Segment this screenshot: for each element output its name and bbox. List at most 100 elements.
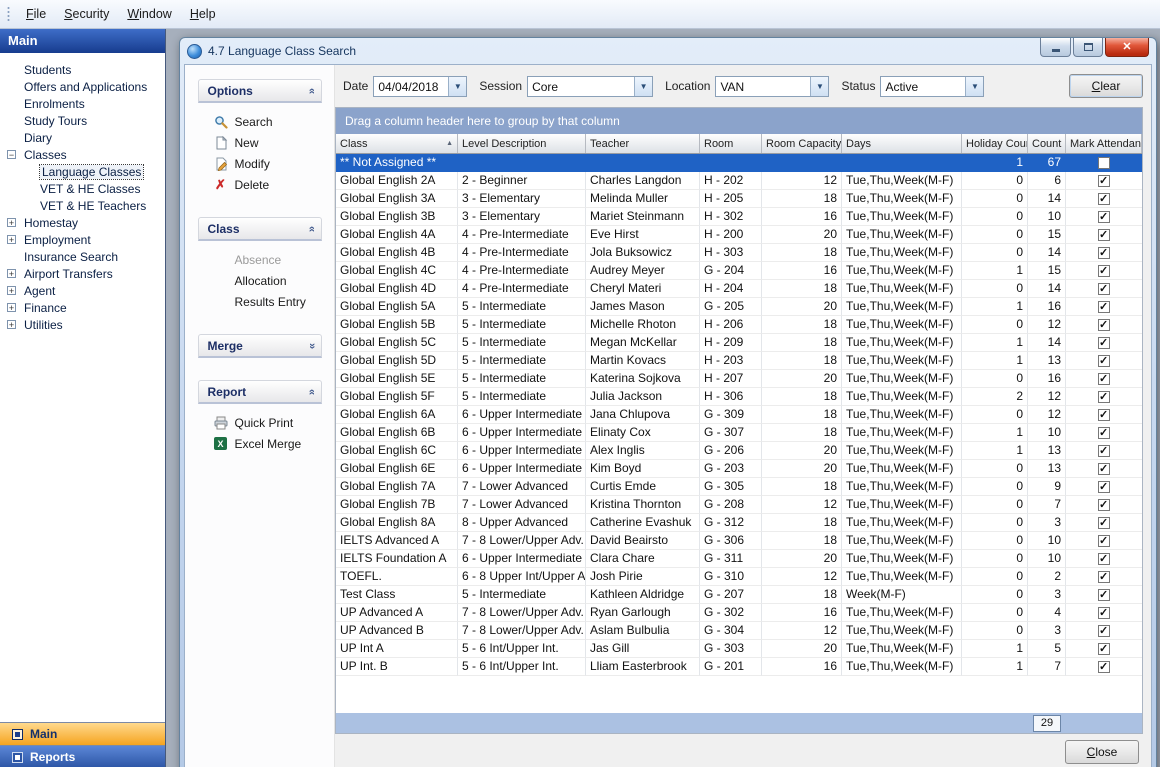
- panel-item-search[interactable]: Search: [198, 111, 322, 132]
- table-row[interactable]: Global English 4D4 - Pre-IntermediateChe…: [336, 280, 1142, 298]
- column-header-mark-attendance[interactable]: Mark Attendance: [1066, 134, 1142, 153]
- table-row[interactable]: Global English 3A3 - ElementaryMelinda M…: [336, 190, 1142, 208]
- chevron-down-icon[interactable]: ▼: [634, 77, 652, 96]
- mark-attendance-checkbox[interactable]: [1098, 337, 1110, 349]
- table-row[interactable]: Global English 6E6 - Upper IntermediateK…: [336, 460, 1142, 478]
- panel-item-modify[interactable]: Modify: [198, 153, 322, 174]
- panel-item-quick-print[interactable]: Quick Print: [198, 412, 322, 433]
- mark-attendance-checkbox[interactable]: [1098, 661, 1110, 673]
- expand-icon[interactable]: +: [7, 320, 16, 329]
- table-row[interactable]: Global English 5D5 - IntermediateMartin …: [336, 352, 1142, 370]
- mark-attendance-checkbox[interactable]: [1098, 391, 1110, 403]
- chevron-down-icon[interactable]: ▼: [965, 77, 983, 96]
- mark-attendance-checkbox[interactable]: [1098, 553, 1110, 565]
- section-header-report[interactable]: Report»: [198, 380, 322, 404]
- table-row[interactable]: Global English 3B3 - ElementaryMariet St…: [336, 208, 1142, 226]
- table-row[interactable]: Test Class5 - IntermediateKathleen Aldri…: [336, 586, 1142, 604]
- table-row[interactable]: Global English 4C4 - Pre-IntermediateAud…: [336, 262, 1142, 280]
- chevron-down-icon[interactable]: ▼: [810, 77, 828, 96]
- sidebar-item-offers-and-applications[interactable]: Offers and Applications: [0, 79, 165, 96]
- mark-attendance-checkbox[interactable]: [1098, 643, 1110, 655]
- mark-attendance-checkbox[interactable]: [1098, 319, 1110, 331]
- column-header-days[interactable]: Days: [842, 134, 962, 153]
- date-picker[interactable]: 04/04/2018 ▼: [373, 76, 467, 97]
- table-row[interactable]: UP Int. B5 - 6 Int/Upper Int.Lliam Easte…: [336, 658, 1142, 676]
- sidebar-item-airport-transfers[interactable]: +Airport Transfers: [0, 266, 165, 283]
- close-window-button[interactable]: ✕: [1105, 38, 1149, 57]
- mark-attendance-checkbox[interactable]: [1098, 607, 1110, 619]
- session-select[interactable]: Core ▼: [527, 76, 653, 97]
- mark-attendance-checkbox[interactable]: [1098, 463, 1110, 475]
- table-row[interactable]: Global English 6A6 - Upper IntermediateJ…: [336, 406, 1142, 424]
- mark-attendance-checkbox[interactable]: [1098, 211, 1110, 223]
- table-row[interactable]: IELTS Foundation A6 - Upper Intermediate…: [336, 550, 1142, 568]
- expand-icon[interactable]: +: [7, 303, 16, 312]
- table-row[interactable]: Global English 5C5 - IntermediateMegan M…: [336, 334, 1142, 352]
- location-select[interactable]: VAN ▼: [715, 76, 829, 97]
- sidebar-item-agent[interactable]: +Agent: [0, 283, 165, 300]
- table-row[interactable]: UP Int A5 - 6 Int/Upper Int.Jas GillG - …: [336, 640, 1142, 658]
- menu-window[interactable]: Window: [118, 3, 180, 25]
- column-header-teacher[interactable]: Teacher: [586, 134, 700, 153]
- mark-attendance-checkbox[interactable]: [1098, 157, 1110, 169]
- expand-icon[interactable]: +: [7, 269, 16, 278]
- column-header-holiday-count[interactable]: Holiday Count: [962, 134, 1028, 153]
- sidebar-item-vet-he-teachers[interactable]: VET & HE Teachers: [0, 198, 165, 215]
- table-row[interactable]: Global English 7B7 - Lower AdvancedKrist…: [336, 496, 1142, 514]
- mark-attendance-checkbox[interactable]: [1098, 229, 1110, 241]
- column-header-level-description[interactable]: Level Description: [458, 134, 586, 153]
- sidebar-item-insurance-search[interactable]: Insurance Search: [0, 249, 165, 266]
- mark-attendance-checkbox[interactable]: [1098, 355, 1110, 367]
- sidebar-item-classes[interactable]: −Classes: [0, 147, 165, 164]
- sidebar-item-diary[interactable]: Diary: [0, 130, 165, 147]
- section-header-merge[interactable]: Merge»: [198, 334, 322, 358]
- table-row[interactable]: TOEFL.6 - 8 Upper Int/Upper AdvJosh Piri…: [336, 568, 1142, 586]
- expand-icon[interactable]: +: [7, 218, 16, 227]
- column-header-count[interactable]: Count: [1028, 134, 1066, 153]
- table-row[interactable]: Global English 5A5 - IntermediateJames M…: [336, 298, 1142, 316]
- expand-icon[interactable]: +: [7, 286, 16, 295]
- sidebar-item-enrolments[interactable]: Enrolments: [0, 96, 165, 113]
- sidebar-item-study-tours[interactable]: Study Tours: [0, 113, 165, 130]
- mark-attendance-checkbox[interactable]: [1098, 247, 1110, 259]
- sidebar-item-homestay[interactable]: +Homestay: [0, 215, 165, 232]
- sidebar-item-finance[interactable]: +Finance: [0, 300, 165, 317]
- table-row[interactable]: Global English 6C6 - Upper IntermediateA…: [336, 442, 1142, 460]
- sidebar-item-utilities[interactable]: +Utilities: [0, 317, 165, 334]
- mark-attendance-checkbox[interactable]: [1098, 589, 1110, 601]
- sidebar-item-language-classes[interactable]: Language Classes: [0, 164, 165, 181]
- expand-icon[interactable]: +: [7, 235, 16, 244]
- section-header-class[interactable]: Class»: [198, 217, 322, 241]
- clear-button[interactable]: Clear: [1069, 74, 1143, 98]
- mark-attendance-checkbox[interactable]: [1098, 445, 1110, 457]
- mark-attendance-checkbox[interactable]: [1098, 193, 1110, 205]
- table-row[interactable]: Global English 5F5 - IntermediateJulia J…: [336, 388, 1142, 406]
- window-titlebar[interactable]: 4.7 Language Class Search ✕: [184, 38, 1152, 64]
- column-header-room-capacity[interactable]: Room Capacity: [762, 134, 842, 153]
- mark-attendance-checkbox[interactable]: [1098, 571, 1110, 583]
- panel-item-excel-merge[interactable]: XExcel Merge: [198, 433, 322, 454]
- mark-attendance-checkbox[interactable]: [1098, 409, 1110, 421]
- table-row[interactable]: UP Advanced A7 - 8 Lower/Upper Adv.Ryan …: [336, 604, 1142, 622]
- mark-attendance-checkbox[interactable]: [1098, 481, 1110, 493]
- menu-help[interactable]: Help: [181, 3, 225, 25]
- sidebar-item-students[interactable]: Students: [0, 62, 165, 79]
- maximize-button[interactable]: [1073, 38, 1103, 57]
- mark-attendance-checkbox[interactable]: [1098, 283, 1110, 295]
- section-header-options[interactable]: Options»: [198, 79, 322, 103]
- mark-attendance-checkbox[interactable]: [1098, 499, 1110, 511]
- panel-item-new[interactable]: New: [198, 132, 322, 153]
- table-row[interactable]: Global English 4B4 - Pre-IntermediateJol…: [336, 244, 1142, 262]
- table-row[interactable]: ** Not Assigned **167: [336, 154, 1142, 172]
- group-by-bar[interactable]: Drag a column header here to group by th…: [336, 108, 1142, 134]
- column-header-class[interactable]: Class▲: [336, 134, 458, 153]
- table-row[interactable]: IELTS Advanced A7 - 8 Lower/Upper Adv.Da…: [336, 532, 1142, 550]
- mark-attendance-checkbox[interactable]: [1098, 175, 1110, 187]
- close-button[interactable]: Close: [1065, 740, 1139, 764]
- mark-attendance-checkbox[interactable]: [1098, 265, 1110, 277]
- menu-security[interactable]: Security: [55, 3, 118, 25]
- mark-attendance-checkbox[interactable]: [1098, 517, 1110, 529]
- nav-button-reports[interactable]: Reports: [0, 745, 165, 767]
- sidebar-item-vet-he-classes[interactable]: VET & HE Classes: [0, 181, 165, 198]
- mark-attendance-checkbox[interactable]: [1098, 301, 1110, 313]
